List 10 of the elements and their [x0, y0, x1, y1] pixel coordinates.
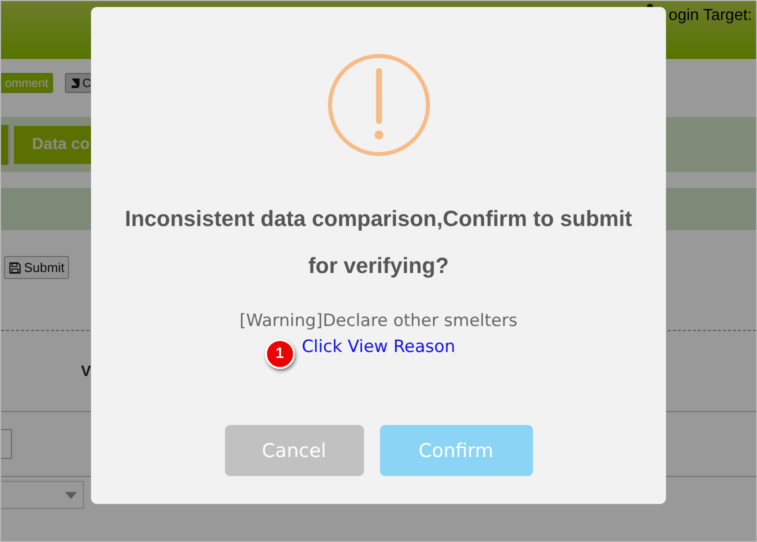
step-marker: 1 — [264, 339, 295, 369]
form-label: V — [81, 362, 92, 380]
warning-message: [Warning]Declare other smelters — [240, 311, 518, 331]
cancel-button[interactable]: Cancel — [224, 425, 364, 476]
login-target-label: ogin Target: — [668, 7, 752, 25]
comment-button[interactable]: omment — [1, 73, 54, 93]
dialog-title: Inconsistent data comparison,Confirm to submit for verifying? — [124, 205, 634, 280]
submit-button[interactable]: Submit — [4, 256, 70, 279]
confirm-button[interactable]: Confirm — [380, 425, 532, 476]
view-reason-link[interactable]: Click View Reason — [302, 337, 456, 357]
